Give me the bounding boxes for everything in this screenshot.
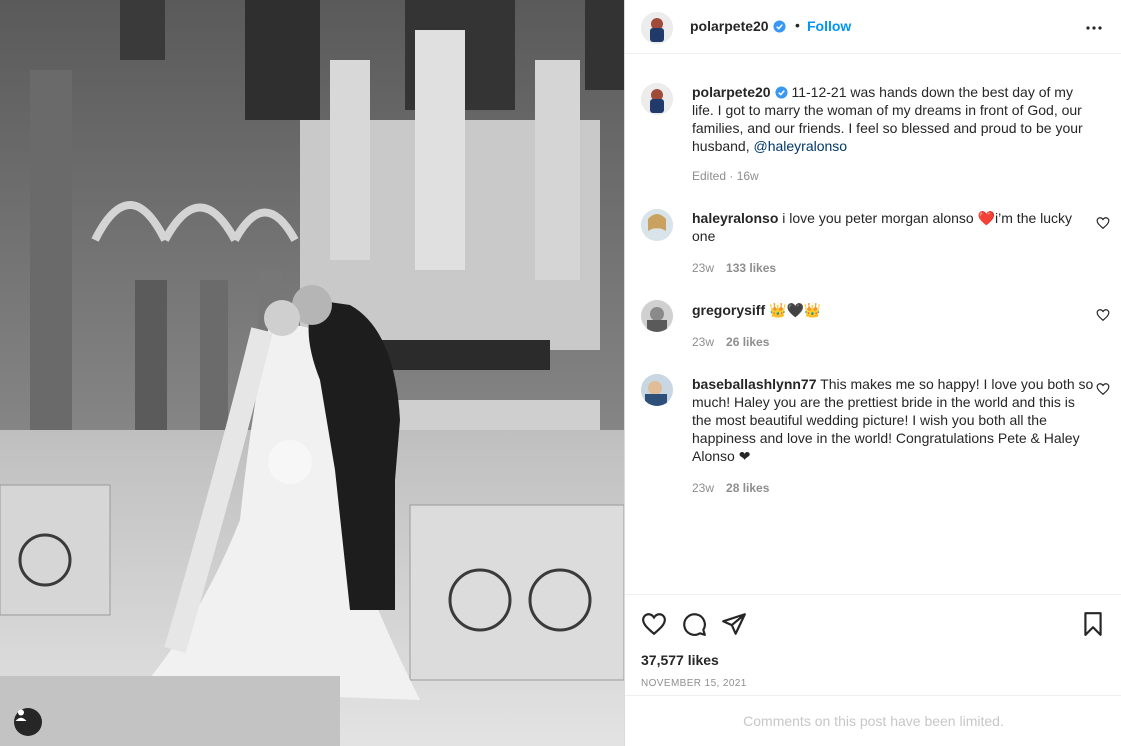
ellipsis-icon: [1086, 26, 1102, 30]
comment-text: haleyralonso i love you peter morgan alo…: [692, 209, 1096, 245]
post-date[interactable]: NOVEMBER 15, 2021: [641, 678, 747, 689]
caption-text: polarpete20 11-12-21 was hands down the …: [692, 83, 1096, 155]
comment-like-heart-icon[interactable]: [1096, 216, 1110, 230]
verified-badge-icon: [773, 20, 786, 33]
comments-limited-notice: Comments on this post have been limited.: [625, 695, 1121, 746]
verified-badge-icon: [775, 86, 788, 99]
avatar-image: [641, 12, 673, 44]
caption-meta: Edited · 16w: [692, 169, 759, 183]
separator-dot: •: [795, 17, 800, 33]
comment-like-heart-icon[interactable]: [1096, 382, 1110, 396]
caption-edited-label: Edited: [692, 169, 727, 183]
comment-username[interactable]: haleyralonso: [692, 210, 778, 226]
comment-meta: 23w 26 likes: [692, 335, 769, 349]
comment-text: baseballashlynn77 This makes me so happy…: [692, 375, 1096, 465]
comment-username[interactable]: gregorysiff: [692, 302, 765, 318]
comment-meta: 23w 28 likes: [692, 481, 769, 495]
avatar-image: [641, 300, 673, 332]
avatar-image: [641, 83, 673, 115]
comment-avatar[interactable]: [641, 374, 673, 406]
send-icon[interactable]: [721, 611, 747, 637]
more-options-button[interactable]: [1084, 18, 1104, 38]
post-photo[interactable]: [0, 0, 624, 746]
comments-section: polarpete20 11-12-21 was hands down the …: [625, 54, 1121, 594]
caption-time[interactable]: 16w: [737, 169, 759, 183]
avatar-image: [641, 374, 673, 406]
header-username[interactable]: polarpete20: [690, 18, 786, 34]
comment-likes[interactable]: 26 likes: [726, 335, 769, 349]
avatar-image: [641, 209, 673, 241]
comment-body: 👑🖤👑: [769, 302, 822, 318]
post-sidebar: polarpete20 • Follow polarpete20 11-12-2…: [624, 0, 1121, 746]
comment-time[interactable]: 23w: [692, 335, 714, 349]
comment-avatar[interactable]: [641, 209, 673, 241]
comment-text: gregorysiff 👑🖤👑: [692, 301, 1096, 319]
follow-button[interactable]: Follow: [807, 18, 851, 34]
comment-avatar[interactable]: [641, 300, 673, 332]
comment-icon[interactable]: [681, 611, 707, 637]
likes-count[interactable]: 37,577 likes: [641, 652, 719, 668]
comment-likes[interactable]: 28 likes: [726, 481, 769, 495]
avatar[interactable]: [641, 12, 673, 44]
caption-mention-link[interactable]: @haleyralonso: [754, 138, 848, 154]
comment-meta: 23w 133 likes: [692, 261, 776, 275]
comment-time[interactable]: 23w: [692, 261, 714, 275]
comment-username[interactable]: baseballashlynn77: [692, 376, 817, 392]
bookmark-icon[interactable]: [1080, 611, 1106, 637]
post-header: polarpete20 • Follow: [625, 0, 1121, 54]
comment-time[interactable]: 23w: [692, 481, 714, 495]
heart-icon[interactable]: [641, 611, 667, 637]
post-actions: 37,577 likes NOVEMBER 15, 2021: [625, 594, 1121, 695]
caption-username[interactable]: polarpete20: [692, 84, 771, 100]
caption-avatar[interactable]: [641, 83, 673, 115]
comment-likes[interactable]: 133 likes: [726, 261, 776, 275]
wedding-photo-illustration: [0, 0, 624, 746]
person-icon: [15, 709, 27, 721]
tagged-users-button[interactable]: [14, 708, 42, 736]
comment-like-heart-icon[interactable]: [1096, 308, 1110, 322]
